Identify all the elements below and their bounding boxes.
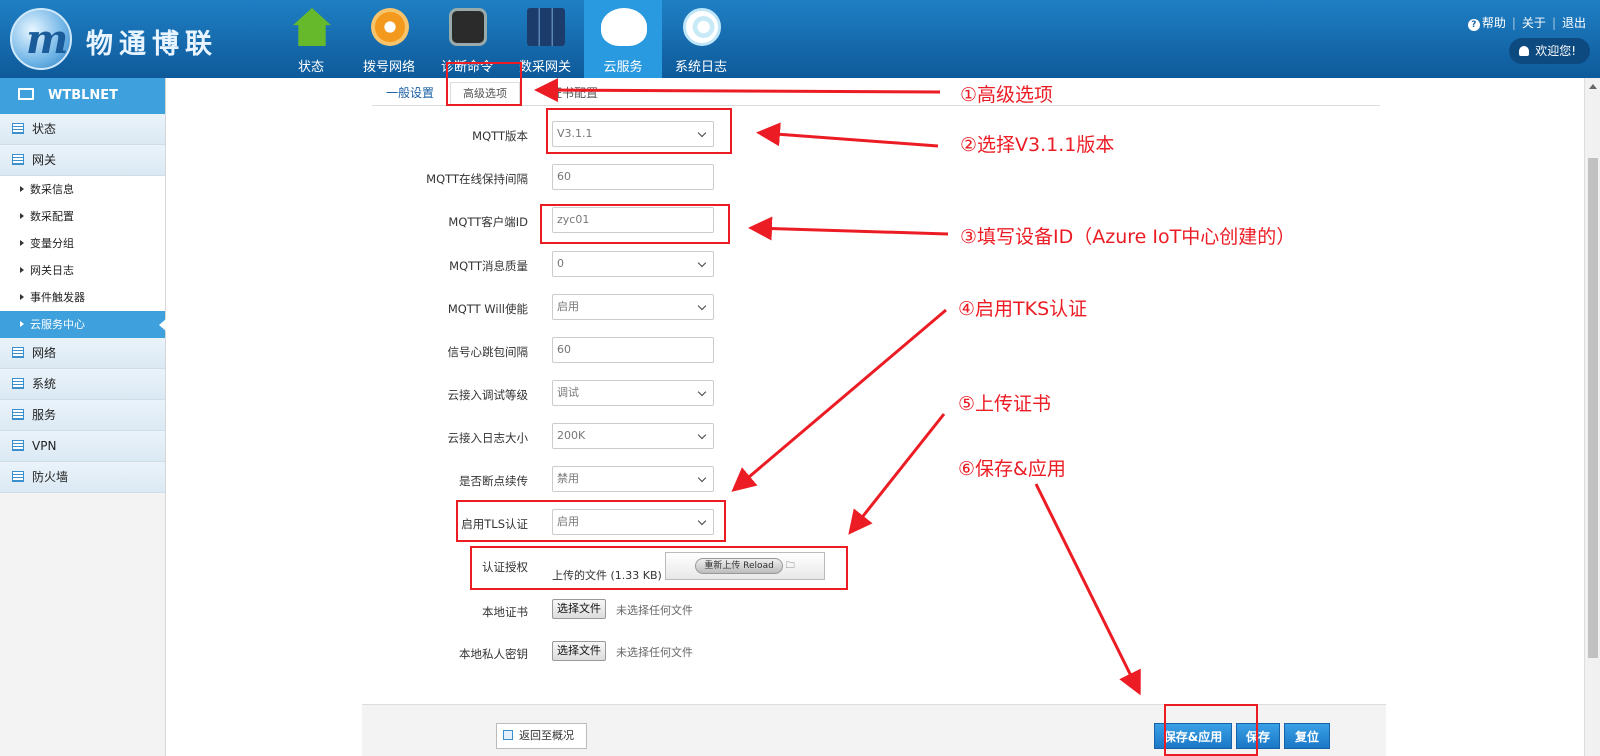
resume-select[interactable]: 禁用 bbox=[552, 466, 714, 492]
resume-label: 是否断点续传 bbox=[459, 474, 528, 488]
dial-icon bbox=[371, 8, 409, 46]
gateway-icon bbox=[527, 8, 565, 46]
main-content: 一般设置 高级选项 证书配置 MQTT版本 V3.1.1 MQTT在线保持间隔 … bbox=[362, 78, 1386, 756]
logo-text: 物通博联 bbox=[86, 29, 218, 60]
logo-emblem: m bbox=[10, 8, 72, 70]
sidebar-title: WTBLNET bbox=[0, 78, 165, 114]
chevron-down-icon bbox=[697, 258, 707, 268]
local-cert-choose-button[interactable]: 选择文件 bbox=[552, 599, 606, 619]
sidebar-item-data-info[interactable]: 数采信息 bbox=[0, 176, 165, 203]
list-icon bbox=[12, 123, 24, 134]
local-key-label: 本地私人密钥 bbox=[459, 647, 528, 661]
caret-icon bbox=[20, 321, 24, 327]
caret-icon bbox=[20, 294, 24, 300]
scroll-thumb[interactable] bbox=[1588, 158, 1598, 658]
annotation-step-2: ②选择V3.1.1版本 bbox=[960, 134, 1115, 156]
will-select[interactable]: 启用 bbox=[552, 294, 714, 320]
chevron-down-icon bbox=[697, 387, 707, 397]
annotation-step-1: ①高级选项 bbox=[960, 84, 1054, 106]
nav-dial-network[interactable]: 拨号网络 bbox=[350, 0, 428, 78]
sidebar-item-var-group[interactable]: 变量分组 bbox=[0, 230, 165, 257]
back-to-overview-button[interactable]: 返回至概况 bbox=[496, 723, 587, 749]
caret-icon bbox=[20, 186, 24, 192]
help-icon: ? bbox=[1467, 19, 1480, 31]
help-link[interactable]: ? 帮助 bbox=[1467, 14, 1506, 31]
reset-button[interactable]: 复位 bbox=[1284, 723, 1330, 749]
mqtt-version-label: MQTT版本 bbox=[472, 129, 528, 143]
log-size-select[interactable]: 200K bbox=[552, 423, 714, 449]
welcome-badge: 欢迎您! bbox=[1509, 38, 1590, 64]
sidebar-group-status[interactable]: 状态 bbox=[0, 114, 165, 145]
list-icon bbox=[12, 347, 24, 358]
cloud-icon bbox=[601, 8, 647, 46]
keepalive-input[interactable]: 60 bbox=[552, 164, 714, 190]
local-cert-label: 本地证书 bbox=[482, 605, 528, 619]
client-id-label: MQTT客户端ID bbox=[448, 215, 528, 229]
list-icon bbox=[12, 409, 24, 420]
page-scrollbar[interactable] bbox=[1584, 78, 1600, 756]
tab-bar: 一般设置 高级选项 证书配置 bbox=[372, 78, 1380, 106]
annotation-box-advanced-tab bbox=[446, 62, 522, 106]
list-icon bbox=[12, 440, 24, 451]
stethoscope-icon bbox=[683, 8, 721, 46]
sidebar-item-gateway-log[interactable]: 网关日志 bbox=[0, 257, 165, 284]
annotation-box-client-id bbox=[540, 204, 730, 244]
debug-level-select[interactable]: 调试 bbox=[552, 380, 714, 406]
annotation-step-5: ⑤上传证书 bbox=[958, 393, 1052, 415]
annotation-step-6: ⑥保存&应用 bbox=[958, 458, 1066, 480]
nav-system-log[interactable]: 系统日志 bbox=[662, 0, 740, 78]
will-label: MQTT Will使能 bbox=[447, 302, 528, 316]
nav-status[interactable]: 状态 bbox=[272, 0, 350, 78]
qos-select[interactable]: 0 bbox=[552, 251, 714, 277]
tab-cert[interactable]: 证书配置 bbox=[550, 82, 598, 106]
scroll-up-icon[interactable] bbox=[1589, 84, 1597, 89]
annotation-step-4: ④启用TKS认证 bbox=[958, 298, 1088, 320]
top-header: m 物通博联 状态 拨号网络 诊断命令 数采网关 云服务 系统日志 ? 帮助 |… bbox=[0, 0, 1600, 78]
annotation-box-tls bbox=[456, 500, 726, 542]
chevron-down-icon bbox=[697, 430, 707, 440]
keepalive-label: MQTT在线保持间隔 bbox=[426, 172, 528, 186]
annotation-box-save-apply bbox=[1164, 704, 1258, 756]
monitor-icon bbox=[18, 88, 34, 100]
annotation-box-version bbox=[546, 108, 732, 154]
heartbeat-label: 信号心跳包间隔 bbox=[447, 345, 529, 359]
tab-general[interactable]: 一般设置 bbox=[386, 82, 434, 106]
user-icon bbox=[1519, 46, 1530, 56]
brand-logo: m 物通博联 bbox=[0, 0, 270, 78]
debug-level-label: 云接入调试等级 bbox=[447, 388, 529, 402]
annotation-step-3: ③填写设备ID（Azure IoT中心创建的） bbox=[960, 226, 1296, 248]
nav-cloud-service[interactable]: 云服务 bbox=[584, 0, 662, 78]
header-links: ? 帮助 | 关于 | 退出 bbox=[1467, 14, 1586, 31]
local-cert-status: 未选择任何文件 bbox=[616, 604, 693, 617]
sidebar: WTBLNET 状态 网关 数采信息 数采配置 变量分组 网关日志 事件触发器 … bbox=[0, 78, 166, 756]
about-link[interactable]: 关于 bbox=[1522, 14, 1546, 31]
logout-link[interactable]: 退出 bbox=[1562, 14, 1586, 31]
log-size-label: 云接入日志大小 bbox=[447, 431, 529, 445]
sidebar-group-network[interactable]: 网络 bbox=[0, 338, 165, 369]
local-key-choose-button[interactable]: 选择文件 bbox=[552, 641, 606, 661]
list-icon bbox=[12, 378, 24, 389]
annotation-box-upload bbox=[470, 546, 848, 590]
home-icon bbox=[293, 8, 331, 46]
chevron-down-icon bbox=[697, 301, 707, 311]
sidebar-group-firewall[interactable]: 防火墙 bbox=[0, 462, 165, 493]
back-icon bbox=[503, 730, 513, 740]
caret-icon bbox=[20, 267, 24, 273]
heartbeat-input[interactable]: 60 bbox=[552, 337, 714, 363]
sidebar-item-cloud-center[interactable]: 云服务中心 bbox=[0, 311, 166, 338]
sidebar-group-gateway[interactable]: 网关 bbox=[0, 145, 165, 176]
qos-label: MQTT消息质量 bbox=[449, 259, 528, 273]
sidebar-group-service[interactable]: 服务 bbox=[0, 400, 165, 431]
sidebar-item-data-config[interactable]: 数采配置 bbox=[0, 203, 165, 230]
sidebar-group-system[interactable]: 系统 bbox=[0, 369, 165, 400]
chevron-down-icon bbox=[697, 473, 707, 483]
sidebar-item-event-trigger[interactable]: 事件触发器 bbox=[0, 284, 165, 311]
sidebar-group-vpn[interactable]: VPN bbox=[0, 431, 165, 462]
local-key-status: 未选择任何文件 bbox=[616, 646, 693, 659]
caret-icon bbox=[20, 213, 24, 219]
list-icon bbox=[12, 471, 24, 482]
terminal-icon bbox=[449, 8, 487, 46]
list-icon bbox=[12, 154, 24, 165]
caret-icon bbox=[20, 240, 24, 246]
